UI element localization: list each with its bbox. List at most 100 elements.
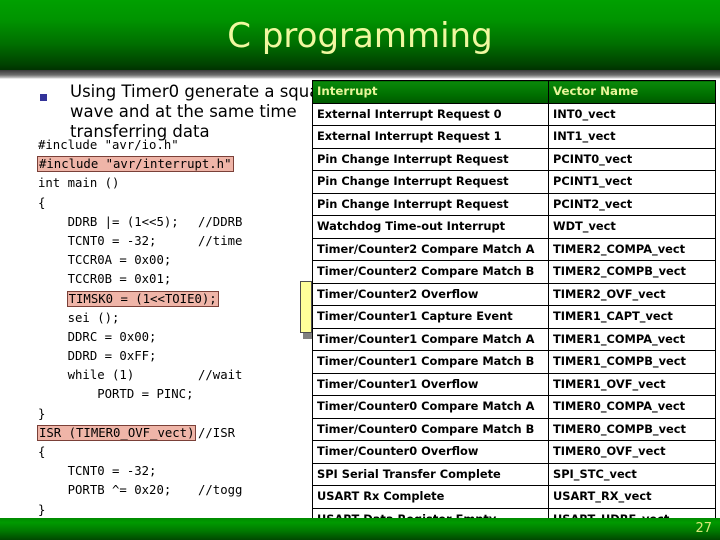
table-row: Pin Change Interrupt Request PCINT1_vect (312, 170, 716, 194)
code-line: while (1) //wait (38, 366, 323, 385)
cell-interrupt: Timer/Counter0 Compare Match B (312, 417, 549, 441)
code-comment: //ISR (198, 425, 236, 440)
cell-interrupt: Timer/Counter1 Compare Match A (312, 327, 549, 351)
code-line: sei (); (38, 309, 323, 328)
cell-interrupt: Timer/Counter0 Overflow (312, 440, 549, 464)
code-comment: //DDRB (198, 214, 243, 229)
code-text: TCCR0A = 0x00; (38, 253, 172, 268)
footer-bar: 27 (0, 518, 720, 540)
code-text: } (38, 406, 46, 421)
cell-interrupt: Timer/Counter2 Compare Match B (312, 260, 549, 284)
interrupt-vector-table: Interrupt Vector Name External Interrupt… (312, 80, 716, 540)
code-text: while (1) (38, 368, 135, 383)
slide-canvas: C programming Using Timer0 generate a sq… (0, 0, 720, 540)
cell-interrupt: Timer/Counter1 Capture Event (312, 305, 549, 329)
cell-interrupt: SPI Serial Transfer Complete (312, 462, 549, 486)
code-comment: //wait (198, 368, 243, 383)
code-line: #include "avr/io.h" (38, 136, 323, 155)
code-line: PORTD = PINC; (38, 385, 323, 404)
cell-vector-name: PCINT2_vect (548, 192, 716, 216)
cell-vector-name: TIMER2_OVF_vect (548, 282, 716, 306)
code-text: sei (); (38, 310, 120, 325)
table-row: Timer/Counter0 Compare Match B TIMER0_COM… (312, 417, 716, 441)
code-line: } (38, 405, 323, 424)
code-line: DDRC = 0x00; (38, 328, 323, 347)
table-header-row: Interrupt Vector Name (312, 80, 716, 104)
cell-vector-name: PCINT0_vect (548, 147, 716, 171)
cell-interrupt: Timer/Counter1 Compare Match B (312, 350, 549, 374)
banner-shadow-divider (0, 70, 720, 79)
table-row: Timer/Counter1 Capture Event TIMER1_CAPT_… (312, 305, 716, 329)
cell-vector-name: INT0_vect (548, 102, 716, 126)
code-line: { (38, 194, 323, 213)
code-text: } (38, 502, 46, 517)
code-line: DDRD = 0xFF; (38, 347, 323, 366)
table-header: Interrupt Vector Name (312, 80, 716, 104)
cell-interrupt: Watchdog Time-out Interrupt (312, 215, 549, 239)
table-row: Timer/Counter2 Overflow TIMER2_OVF_vect (312, 282, 716, 306)
table-row: Timer/Counter2 Compare Match B TIMER2_COM… (312, 260, 716, 284)
code-text: DDRB |= (1<<5); (38, 214, 179, 229)
code-text: PORTD = PINC; (38, 387, 194, 402)
code-highlight: TIMSK0 = (1<<TOIE0); (66, 290, 219, 307)
code-text: TCNT0 = -32; (38, 233, 157, 248)
code-line: TCNT0 = -32; //time (38, 232, 323, 251)
code-line: DDRB |= (1<<5); //DDRB (38, 213, 323, 232)
table-row: External Interrupt Request 0 INT0_vect (312, 102, 716, 126)
code-line: } (38, 501, 323, 520)
column-header-vector-name: Vector Name (548, 80, 716, 104)
cell-interrupt: External Interrupt Request 1 (312, 125, 549, 149)
cell-interrupt: Timer/Counter0 Compare Match A (312, 395, 549, 419)
column-header-interrupt: Interrupt (312, 80, 549, 104)
title-banner: C programming (0, 0, 720, 70)
code-line: #include "avr/interrupt.h" (37, 155, 323, 174)
table-row: USART Rx Complete USART_RX_vect (312, 485, 716, 509)
cell-vector-name: TIMER1_COMPA_vect (548, 327, 716, 351)
cell-vector-name: TIMER2_COMPB_vect (548, 260, 716, 284)
cell-interrupt: USART Rx Complete (312, 485, 549, 509)
cell-vector-name: TIMER2_COMPA_vect (548, 237, 716, 261)
cell-vector-name: TIMER0_COMPA_vect (548, 395, 716, 419)
cell-vector-name: SPI_STC_vect (548, 462, 716, 486)
code-highlight: #include "avr/interrupt.h" (37, 156, 234, 173)
cell-interrupt: Pin Change Interrupt Request (312, 170, 549, 194)
code-text: DDRC = 0x00; (38, 329, 157, 344)
square-bullet-icon (40, 94, 47, 101)
table-row: Pin Change Interrupt Request PCINT0_vect (312, 147, 716, 171)
table-row: Timer/Counter1 Compare Match B TIMER1_COM… (312, 350, 716, 374)
code-listing: #include "avr/io.h" #include "avr/interru… (36, 136, 323, 520)
table-row: SPI Serial Transfer Complete SPI_STC_vect (312, 462, 716, 486)
code-text: PORTB ^= 0x20; (38, 483, 172, 498)
cell-vector-name: TIMER1_OVF_vect (548, 372, 716, 396)
code-text: DDRD = 0xFF; (38, 349, 157, 364)
code-comment: //togg (198, 483, 243, 498)
table-row: External Interrupt Request 1 INT1_vect (312, 125, 716, 149)
cell-vector-name: TIMER0_OVF_vect (548, 440, 716, 464)
cell-interrupt: External Interrupt Request 0 (312, 102, 549, 126)
table-body: External Interrupt Request 0 INT0_vect Ext… (312, 102, 716, 540)
code-line: ISR (TIMER0_OVF_vect)//ISR (36, 424, 323, 443)
code-highlight: ISR (TIMER0_OVF_vect) (36, 424, 197, 441)
code-line: TCCR0B = 0x01; (38, 270, 323, 289)
code-line: PORTB ^= 0x20; //togg (38, 481, 323, 500)
code-text: { (38, 445, 46, 459)
table-row: Watchdog Time-out Interrupt WDT_vect (312, 215, 716, 239)
cell-vector-name: INT1_vect (548, 125, 716, 149)
table-row: Timer/Counter1 Compare Match A TIMER1_COM… (312, 327, 716, 351)
code-line: TIMSK0 = (1<<TOIE0); (38, 290, 323, 309)
table-row: Timer/Counter0 Compare Match A TIMER0_COM… (312, 395, 716, 419)
code-text: TCNT0 = -32; (38, 464, 157, 479)
cell-interrupt: Timer/Counter1 Overflow (312, 372, 549, 396)
cell-interrupt: Pin Change Interrupt Request (312, 147, 549, 171)
table-row: Timer/Counter1 Overflow TIMER1_OVF_vect (312, 372, 716, 396)
cell-vector-name: USART_RX_vect (548, 485, 716, 509)
code-text: { (38, 195, 46, 210)
code-line: { (38, 443, 323, 462)
page-title: C programming (227, 16, 493, 56)
cell-interrupt: Timer/Counter2 Compare Match A (312, 237, 549, 261)
code-text: #include "avr/io.h" (38, 138, 179, 152)
slide-number: 27 (695, 521, 712, 536)
code-text: int main () (38, 176, 120, 191)
table-row: Timer/Counter0 Overflow TIMER0_OVF_vect (312, 440, 716, 464)
cell-vector-name: TIMER0_COMPB_vect (548, 417, 716, 441)
